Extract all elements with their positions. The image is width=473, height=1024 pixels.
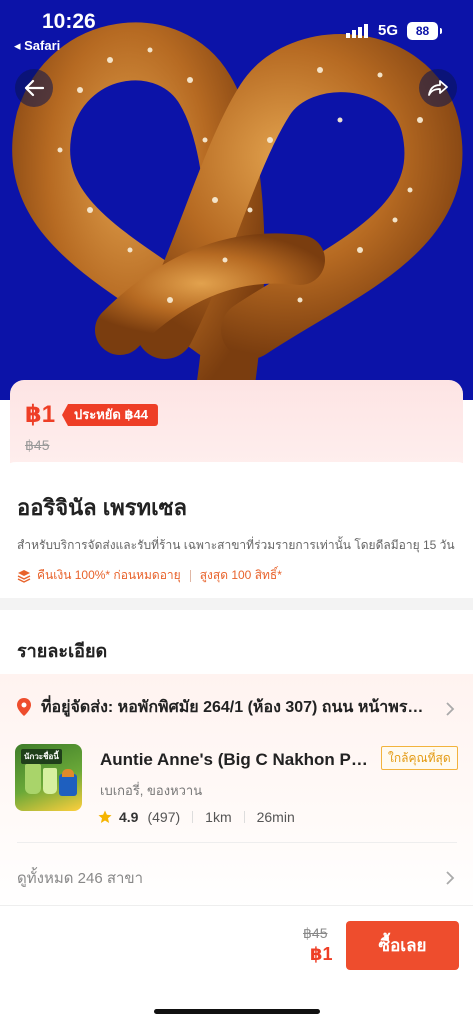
drink-cup-shape [43,768,57,794]
product-info: ออริจินัล เพรทเซล สำหรับบริการจัดส่งและร… [0,462,473,598]
perk-limit: สูงสุด 100 สิทธิ์* [199,568,282,582]
pretzel-image [12,22,463,400]
share-button[interactable] [419,69,457,107]
location-pin-icon [17,698,31,716]
bottom-price: ฿1 [310,944,333,964]
original-price: ฿45 [25,437,50,453]
layers-icon [17,569,31,583]
pretzel-box-shape [59,769,77,796]
store-thumbnail[interactable]: นักวะชื่อนี้ [15,744,82,811]
share-icon [428,80,448,96]
nearest-badge: ใกล้คุณที่สุด [381,746,458,770]
product-title: ออริจินัล เพรทเซล [17,495,188,520]
buy-now-button[interactable]: ซื้อเลย [346,921,459,970]
home-indicator [154,1009,320,1014]
delivery-address: ที่อยู่จัดส่ง: หอพักพิศมัย 264/1 (ห้อง 3… [41,698,426,716]
deal-price: ฿1 [25,401,56,428]
card-divider [17,842,457,843]
perk-refund: คืนเงิน 100%* ก่อนหมดอายุ [37,568,181,582]
chevron-right-icon[interactable] [445,870,455,886]
chevron-right-icon[interactable] [445,701,455,717]
all-branches-link[interactable]: ดูทั้งหมด 246 สาขา [17,866,143,890]
status-bar: 10:26 ◂ Safari 5G 88 [0,0,473,60]
drink-cup-shape [25,764,41,794]
store-rating: 4.9 [119,809,139,825]
store-meta: 4.9 (497) 1km 26min [98,809,295,825]
store-category: เบเกอรี่, ของหวาน [100,783,203,798]
signal-icon [346,24,368,38]
meta-divider [243,811,245,823]
thumbnail-label: นักวะชื่อนี้ [21,749,62,764]
product-description: สำหรับบริการจัดส่งและรับที่ร้าน เฉพาะสาข… [17,538,455,552]
save-tag: ประหยัด ฿44 [62,404,158,426]
back-arrow-icon [24,79,44,97]
bottom-original-price: ฿45 [303,925,328,941]
network-type: 5G [378,22,399,39]
review-count: (497) [147,809,181,825]
back-button[interactable] [15,69,53,107]
back-to-app-link[interactable]: ◂ Safari [14,38,60,54]
details-section: รายละเอียด ที่อยู่จัดส่ง: หอพักพิศมัย 26… [0,610,473,910]
perks-row[interactable]: คืนเงิน 100%* ก่อนหมดอายุ สูงสุด 100 สิท… [17,566,282,585]
delivery-time: 26min [256,809,295,825]
bottom-bar: ฿45 ฿1 ซื้อเลย [0,905,473,1024]
meta-divider [192,811,194,823]
battery-icon: 88 [407,22,442,40]
delivery-address-row[interactable]: ที่อยู่จัดส่ง: หอพักพิศมัย 264/1 (ห้อง 3… [17,694,457,720]
store-name[interactable]: Auntie Anne's (Big C Nakhon Pathom) [100,750,375,770]
details-title: รายละเอียด [17,641,108,661]
perk-divider [189,569,191,582]
store-card: ที่อยู่จัดส่ง: หอพักพิศมัย 264/1 (ห้อง 3… [0,674,473,910]
hero-image: 10:26 ◂ Safari 5G 88 [0,0,473,400]
status-time: 10:26 [42,10,96,33]
section-gap [0,598,473,610]
star-icon [98,810,112,823]
store-distance: 1km [205,809,232,825]
